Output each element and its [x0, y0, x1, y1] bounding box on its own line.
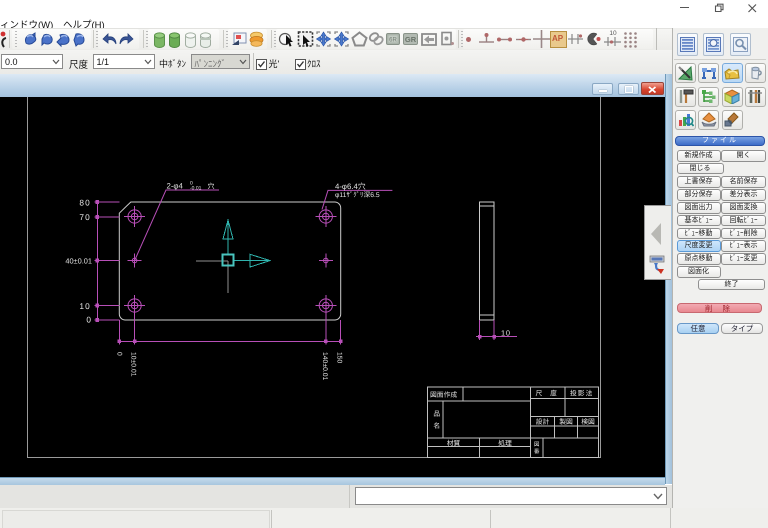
- svg-text:10: 10: [501, 329, 511, 338]
- svg-text:150: 150: [336, 352, 343, 364]
- svg-text:図面作成: 図面作成: [430, 391, 457, 399]
- svg-text:図: 図: [534, 441, 540, 448]
- svg-text:GR: GR: [405, 35, 417, 44]
- svg-text:10: 10: [609, 30, 617, 37]
- svg-text:140±0.01: 140±0.01: [321, 352, 328, 381]
- svg-text:-0.01: -0.01: [190, 186, 202, 192]
- svg-text:80: 80: [79, 198, 91, 208]
- svg-text:2-φ4: 2-φ4: [167, 182, 184, 191]
- svg-text:検図: 検図: [581, 418, 595, 426]
- svg-text:穴: 穴: [208, 183, 215, 191]
- svg-text:投影法: 投影法: [570, 390, 593, 398]
- svg-text:設計: 設計: [536, 418, 550, 426]
- svg-text:40±0.01: 40±0.01: [65, 257, 92, 266]
- svg-text:φ11ｻﾞｸﾞﾘ深6.5: φ11ｻﾞｸﾞﾘ深6.5: [335, 191, 380, 199]
- svg-text:処理: 処理: [498, 439, 512, 447]
- svg-text:10: 10: [79, 301, 91, 311]
- svg-text:0: 0: [115, 352, 122, 356]
- svg-text:番: 番: [534, 448, 540, 455]
- svg-text:材質: 材質: [447, 439, 461, 447]
- svg-text:6R: 6R: [389, 37, 397, 43]
- svg-text:0: 0: [86, 315, 91, 325]
- svg-text:70: 70: [79, 212, 91, 222]
- svg-text:10±0.01: 10±0.01: [130, 352, 137, 377]
- svg-text:製図: 製図: [559, 418, 573, 426]
- svg-text:名: 名: [433, 422, 440, 430]
- svg-text:尺 度: 尺 度: [535, 390, 559, 398]
- svg-text:品: 品: [433, 410, 440, 418]
- svg-text:4-φ6.4穴: 4-φ6.4穴: [335, 182, 366, 191]
